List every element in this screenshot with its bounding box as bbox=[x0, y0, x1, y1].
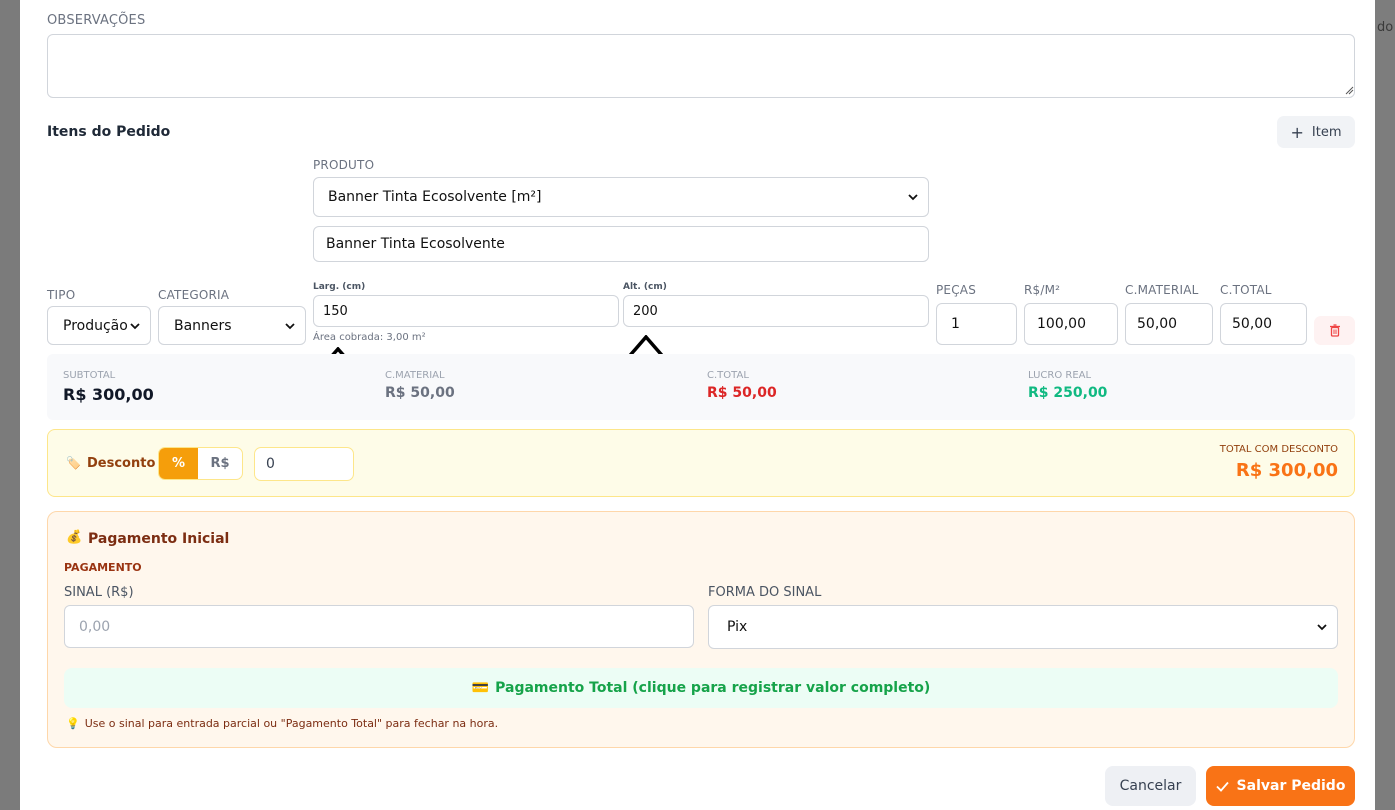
categoria-select[interactable]: Banners bbox=[158, 306, 306, 345]
altura-value: 200 bbox=[633, 303, 658, 319]
c-total-value: 50,00 bbox=[1232, 316, 1273, 332]
c-material-input[interactable]: 50,00 bbox=[1125, 303, 1213, 345]
discount-value: 0 bbox=[266, 456, 275, 472]
trash-icon bbox=[1329, 324, 1340, 337]
rs-m2-input[interactable]: 100,00 bbox=[1024, 303, 1118, 345]
rs-m2-label: R$/M² bbox=[1024, 283, 1061, 297]
summary-c-total-value: R$ 50,00 bbox=[707, 385, 777, 401]
rs-m2-value: 100,00 bbox=[1037, 316, 1086, 332]
lucro-label: LUCRO REAL bbox=[1028, 370, 1092, 381]
c-total-input[interactable]: 50,00 bbox=[1220, 303, 1307, 345]
lightbulb-icon: 💡 bbox=[66, 717, 80, 730]
items-title: Itens do Pedido bbox=[47, 124, 171, 140]
plus-icon: + bbox=[1290, 122, 1304, 142]
summary-c-total-label: C.TOTAL bbox=[707, 370, 749, 381]
altura-label: Alt. (cm) bbox=[623, 282, 667, 292]
credit-card-icon: 💳 bbox=[471, 680, 490, 696]
observacoes-label: OBSERVAÇÕES bbox=[47, 13, 146, 28]
chevron-down-icon bbox=[1317, 622, 1327, 632]
subtotal-value: R$ 300,00 bbox=[63, 385, 154, 404]
discount-percent-button[interactable]: % bbox=[159, 448, 198, 479]
discount-type-toggle: % R$ bbox=[158, 447, 243, 480]
c-material-value: 50,00 bbox=[1137, 316, 1178, 332]
cancel-button[interactable]: Cancelar bbox=[1105, 766, 1196, 806]
pagamento-title: Pagamento Inicial bbox=[88, 531, 230, 547]
pecas-input[interactable]: 1 bbox=[936, 303, 1017, 345]
tag-icon: 🏷️ bbox=[66, 456, 81, 470]
largura-input[interactable]: 150 bbox=[313, 295, 619, 327]
summary-c-material-value: R$ 50,00 bbox=[385, 385, 455, 401]
sinal-placeholder: 0,00 bbox=[79, 618, 111, 635]
money-bag-icon: 💰 bbox=[66, 530, 83, 545]
produto-label: PRODUTO bbox=[313, 158, 375, 172]
add-item-label: Item bbox=[1311, 124, 1342, 140]
sinal-label: SINAL (R$) bbox=[64, 585, 134, 600]
chevron-down-icon bbox=[285, 321, 295, 331]
total-com-desconto-value: R$ 300,00 bbox=[1235, 460, 1338, 481]
total-com-desconto-label: TOTAL COM DESCONTO bbox=[1219, 444, 1338, 455]
forma-sinal-selected-value: Pix bbox=[727, 619, 748, 635]
pagamento-total-button[interactable]: 💳 Pagamento Total (clique para registrar… bbox=[64, 668, 1338, 708]
save-order-label: Salvar Pedido bbox=[1236, 778, 1346, 794]
lucro-value: R$ 250,00 bbox=[1028, 385, 1108, 401]
backdrop-edge-text: do bbox=[1377, 20, 1394, 35]
forma-sinal-label: FORMA DO SINAL bbox=[708, 585, 822, 600]
delete-item-button[interactable] bbox=[1314, 316, 1355, 345]
tipo-label: TIPO bbox=[47, 288, 76, 302]
c-total-label: C.TOTAL bbox=[1220, 283, 1272, 297]
pecas-value: 1 bbox=[951, 316, 960, 332]
check-icon bbox=[1215, 781, 1229, 792]
produto-select[interactable]: Banner Tinta Ecosolvente [m²] bbox=[313, 177, 929, 217]
backdrop: do bbox=[1375, 0, 1395, 810]
area-note: Área cobrada: 3,00 m² bbox=[313, 332, 426, 343]
altura-input[interactable]: 200 bbox=[623, 295, 929, 327]
resize-handle-icon[interactable] bbox=[1345, 86, 1354, 95]
add-item-button[interactable]: + Item bbox=[1277, 116, 1355, 148]
pecas-label: PEÇAS bbox=[936, 283, 977, 297]
categoria-selected-value: Banners bbox=[174, 317, 232, 334]
payment-panel: 💰 Pagamento Inicial PAGAMENTO SINAL (R$)… bbox=[47, 511, 1355, 748]
discount-currency-button[interactable]: R$ bbox=[198, 448, 242, 479]
produto-selected-value: Banner Tinta Ecosolvente [m²] bbox=[328, 189, 542, 205]
largura-value: 150 bbox=[323, 303, 348, 319]
pagamento-total-label: Pagamento Total (clique para registrar v… bbox=[495, 680, 931, 696]
forma-sinal-select[interactable]: Pix bbox=[708, 605, 1338, 649]
tipo-selected-value: Produção bbox=[63, 317, 128, 334]
sinal-input[interactable]: 0,00 bbox=[64, 605, 694, 648]
order-modal: OBSERVAÇÕES Itens do Pedido + Item PRODU… bbox=[20, 0, 1375, 810]
produto-name-value: Banner Tinta Ecosolvente bbox=[326, 236, 505, 252]
tipo-select[interactable]: Produção bbox=[47, 306, 151, 345]
save-order-button[interactable]: Salvar Pedido bbox=[1206, 766, 1355, 806]
largura-label: Larg. (cm) bbox=[313, 282, 366, 292]
chevron-down-icon bbox=[130, 321, 140, 331]
pagamento-hint-text: Use o sinal para entrada parcial ou "Pag… bbox=[84, 717, 499, 730]
discount-value-input[interactable]: 0 bbox=[254, 447, 354, 481]
discount-panel: 🏷️ Desconto % R$ 0 TOTAL COM DESCONTO R$… bbox=[47, 429, 1355, 497]
produto-name-input[interactable]: Banner Tinta Ecosolvente bbox=[313, 226, 929, 262]
observacoes-textarea[interactable] bbox=[47, 34, 1355, 98]
c-material-label: C.MATERIAL bbox=[1125, 283, 1199, 297]
desconto-label: Desconto bbox=[87, 456, 156, 471]
summary-c-material-label: C.MATERIAL bbox=[385, 370, 445, 381]
pagamento-subtitle: PAGAMENTO bbox=[64, 561, 142, 574]
chevron-down-icon bbox=[908, 192, 918, 202]
pagamento-hint: 💡 Use o sinal para entrada parcial ou "P… bbox=[66, 717, 498, 730]
summary-panel: SUBTOTAL R$ 300,00 C.MATERIAL R$ 50,00 C… bbox=[47, 354, 1355, 420]
categoria-label: CATEGORIA bbox=[158, 288, 230, 302]
subtotal-label: SUBTOTAL bbox=[63, 370, 116, 381]
